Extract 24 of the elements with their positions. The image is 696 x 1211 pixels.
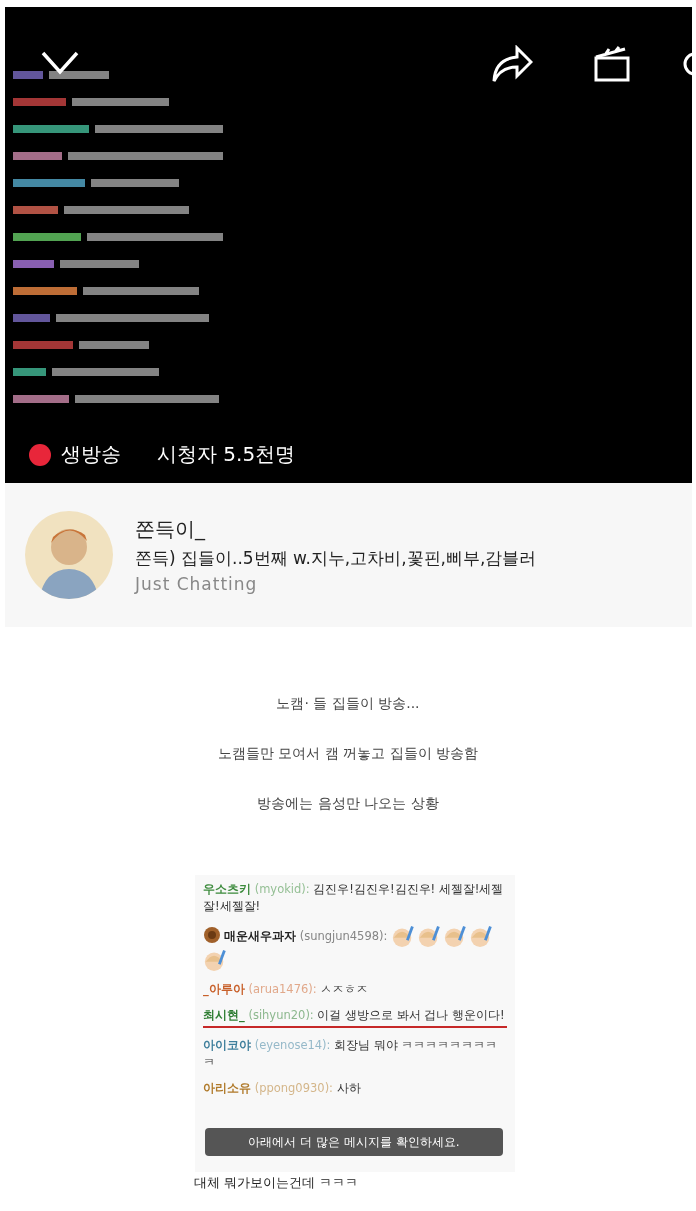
emote-icon bbox=[469, 924, 494, 948]
chat-message: _아루아 (arua1476): ㅅㅈㅎㅈ bbox=[203, 981, 370, 998]
channel-name[interactable]: 쫀득이_ bbox=[135, 516, 537, 543]
share-icon[interactable] bbox=[491, 45, 533, 83]
emote-icon bbox=[417, 924, 442, 948]
paragraph: 노캠들만 모여서 캠 꺼놓고 집들이 방송함 bbox=[217, 744, 479, 763]
paragraph: 방송에는 음성만 나오는 상황 bbox=[257, 794, 439, 813]
chat-message: 매운새우과자 (sungjun4598): bbox=[203, 924, 507, 972]
paragraph: 노캠· 들 집들이 방송... bbox=[276, 694, 420, 713]
chat-message: 아리소유 (ppong0930): 사하 bbox=[203, 1080, 362, 1097]
chat-message: 우소츠키 (myokid): 김진우!김진우!김진우! 세젤잘!세젤잘!세젤잘! bbox=[203, 881, 505, 915]
live-label: 생방송 bbox=[61, 441, 121, 468]
viewer-count: 시청자 5.5천명 bbox=[157, 441, 296, 468]
emote-icon bbox=[391, 924, 416, 948]
emote-icon bbox=[203, 948, 227, 972]
chevron-down-icon[interactable] bbox=[41, 51, 79, 75]
underlined-chat-message: 최시현_ (sihyun20): 이걸 생방으로 봐서 겁나 행운이다! bbox=[203, 1007, 507, 1028]
chat-message: 아이코야 (eyenose14): 회장님 뭐야 ㅋㅋㅋㅋㅋㅋㅋㅋㅋ bbox=[203, 1037, 499, 1071]
emote-icon bbox=[443, 924, 468, 948]
stream-title: 쫀득) 집들이..5번째 w.지누,고차비,꽃핀,삐부,감블러 bbox=[135, 547, 537, 570]
live-dot bbox=[29, 443, 51, 466]
toast-message[interactable]: 아래에서 더 많은 메시지를 확인하세요. bbox=[205, 1128, 503, 1156]
caption: 대체 뭐가보이는건데 ㅋㅋㅋ bbox=[194, 1174, 360, 1192]
clapperboard-icon[interactable] bbox=[593, 45, 631, 83]
